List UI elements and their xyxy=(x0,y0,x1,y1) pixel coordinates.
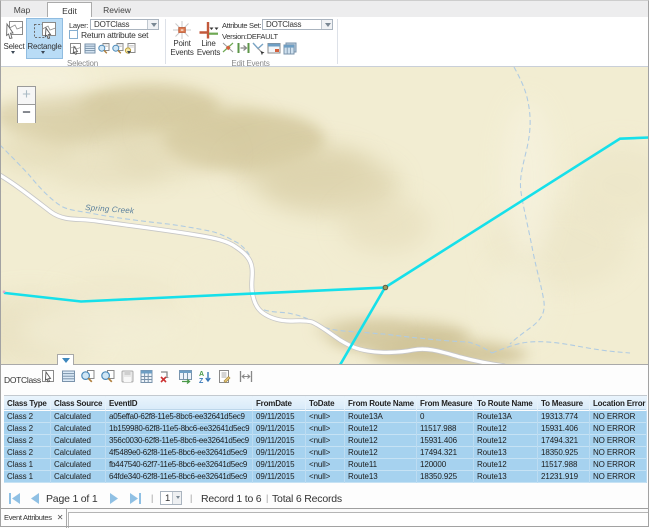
svg-text:A: A xyxy=(199,371,204,378)
svg-text:Z: Z xyxy=(199,378,204,385)
